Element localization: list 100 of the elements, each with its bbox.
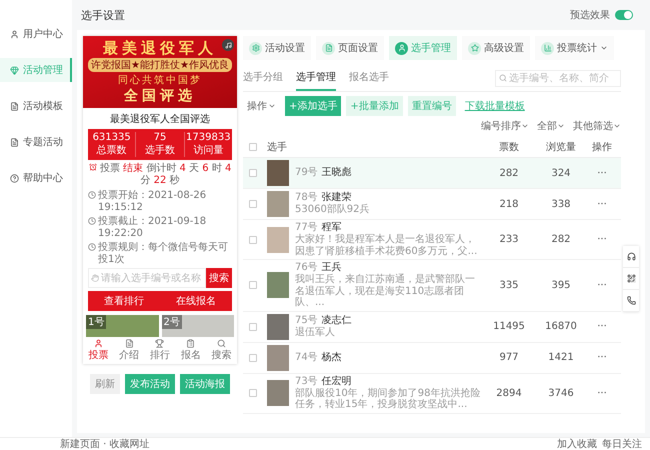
player-name: 78号 张建荣 (295, 192, 353, 204)
votes-cell-text: 335 (498, 280, 520, 291)
caret-icon (268, 102, 276, 110)
filter-dropdown[interactable]: 全部 (537, 119, 565, 133)
settings-tab[interactable]: 投票统计 (535, 36, 614, 60)
views-cell-text: 16870 (544, 321, 578, 332)
search-field[interactable]: 请输入选手编号或名称 (88, 268, 206, 288)
more-button[interactable]: ··· (589, 352, 615, 363)
document-icon (322, 42, 335, 54)
player-description: 退伍军人 (295, 326, 336, 338)
checkbox[interactable] (249, 389, 257, 397)
photo-placeholder[interactable]: 2号 (162, 315, 234, 337)
preview-toggle[interactable] (615, 10, 633, 20)
table-row[interactable]: 73号 任宏明 部队服役10年，期间参加了98年抗洪抢险任务，转业15年，投身脱贫攻坚战中... 2894 3746 ··· (243, 374, 621, 414)
clock-icon (88, 217, 96, 225)
checkbox[interactable] (249, 281, 257, 290)
music-icon[interactable] (222, 39, 234, 51)
user-icon (395, 42, 408, 54)
alarm-icon (88, 163, 97, 171)
checkbox[interactable] (249, 200, 257, 208)
search-button[interactable]: 搜索 (206, 268, 232, 288)
document-icon (124, 339, 134, 348)
star-icon (468, 42, 481, 54)
table-row[interactable]: 79号 王晓彪 282 324 ··· (243, 158, 621, 189)
stat-label: 选手数 (144, 144, 175, 157)
nav-item[interactable]: 排行 (150, 339, 170, 362)
nav-item[interactable]: 搜索 (212, 339, 232, 362)
hand-icon (91, 274, 99, 282)
votes-cell-text: 218 (498, 198, 520, 210)
checkbox[interactable] (249, 236, 257, 244)
clock-icon (88, 243, 96, 251)
sub-tab[interactable]: 选手分组 (243, 65, 283, 91)
status-text[interactable]: 新建页面 · 收藏网址 (60, 437, 150, 450)
player-description: 53060部队92兵 (295, 204, 370, 216)
sidebar-item[interactable]: 用户中心 (0, 22, 72, 46)
photo-placeholder (267, 380, 289, 406)
player-name: 77号 程军 (295, 222, 343, 234)
player-name: 76号 王兵 (295, 262, 343, 274)
bar-chart-icon (541, 42, 554, 54)
user-icon (94, 339, 103, 348)
sub-tab[interactable]: 选手管理 (296, 65, 336, 91)
activity-title: 最美退役军人全国评选 (109, 112, 211, 126)
checkbox[interactable] (249, 322, 257, 330)
sidebar-item[interactable]: 专题活动 (0, 130, 72, 154)
nav-item[interactable]: 投票 (88, 339, 108, 362)
table-row[interactable]: 77号 程军 大家好！我是程军本人是一名退役军人，因患了肾脏移植手术花费60多万元，父... 233 282 ··· (243, 220, 621, 260)
clock-icon (88, 191, 96, 199)
photo-placeholder[interactable]: 1号 (86, 315, 158, 337)
nav-item[interactable]: 报名 (180, 339, 201, 362)
filter-dropdown[interactable]: 其他筛选 (573, 119, 621, 133)
photo-placeholder (267, 191, 289, 217)
action-button[interactable]: 在线报名 (160, 291, 232, 311)
photo-number: 2号 (162, 315, 182, 329)
sub-tab[interactable]: 报名选手 (349, 65, 389, 91)
settings-tab[interactable]: 高级设置 (462, 36, 530, 60)
column-header: 操作 (591, 141, 613, 154)
table-row[interactable]: 75号 凌志仁 退伍军人 11495 16870 ··· (243, 312, 621, 342)
more-button[interactable]: ··· (589, 234, 615, 245)
search-field[interactable]: 选手编号、名称、简介 (495, 70, 621, 86)
status-text[interactable]: 加入收藏 (557, 437, 597, 450)
more-button[interactable]: ··· (589, 388, 615, 398)
photo-number: 1号 (86, 315, 106, 329)
banner-motto: 同心共筑中国梦 (118, 74, 202, 87)
votes-cell-text: 2894 (495, 388, 523, 398)
nav-item[interactable]: 介绍 (119, 339, 140, 362)
table-row[interactable]: 76号 王兵 我叫王兵，来自江苏南通，是武警部队一名退伍军人，现在是海安110志愿者团队、... 335 395 ··· (243, 260, 621, 312)
views-cell-text: 282 (550, 234, 572, 245)
table-row[interactable]: 78号 张建荣 53060部队92兵 218 338 ··· (243, 189, 621, 220)
preview-button[interactable]: 刷新 (90, 374, 120, 394)
trophy-icon (155, 339, 164, 348)
sidebar-item[interactable]: 活动模板 (0, 94, 72, 118)
column-header: 票数 (498, 141, 520, 154)
checkbox[interactable] (249, 354, 257, 362)
toolbar-button[interactable]: 操作 (243, 96, 280, 116)
more-button[interactable]: ··· (589, 321, 615, 332)
stat-value: 75 (154, 132, 166, 143)
settings-tab[interactable]: 页面设置 (316, 36, 384, 60)
sidebar-item[interactable]: 帮助中心 (0, 166, 72, 190)
photo-placeholder (267, 160, 289, 186)
user-icon (10, 30, 19, 38)
more-button[interactable]: ··· (589, 168, 615, 178)
table-row[interactable]: 74号 杨杰 977 1421 ··· (243, 342, 621, 374)
gear-icon (249, 42, 262, 54)
settings-tab[interactable]: 活动设置 (243, 36, 311, 60)
search-icon (499, 74, 507, 82)
column-header: 选手 (267, 140, 288, 154)
stat-label: 访问量 (193, 144, 224, 157)
banner-slogan: 许党报国★能打胜仗★作风优良 (88, 58, 232, 72)
checkbox[interactable] (249, 169, 257, 177)
stat-value: 1739833 (186, 132, 231, 143)
views-cell-text: 1421 (547, 352, 575, 363)
toggle-label: 预选效果 (570, 8, 610, 22)
filter-dropdown[interactable]: 编号排序 (481, 119, 529, 133)
checkbox[interactable] (249, 143, 257, 151)
more-button[interactable]: ··· (589, 280, 615, 291)
more-button[interactable]: ··· (589, 198, 615, 210)
action-button[interactable]: 查看排行 (88, 291, 160, 311)
votes-cell-text: 233 (498, 234, 520, 245)
player-description: 大家好！我是程军本人是一名退役军人，因患了肾脏移植手术花费60多万元，父... (295, 234, 478, 257)
status-text[interactable]: 每日关注 (602, 437, 642, 450)
